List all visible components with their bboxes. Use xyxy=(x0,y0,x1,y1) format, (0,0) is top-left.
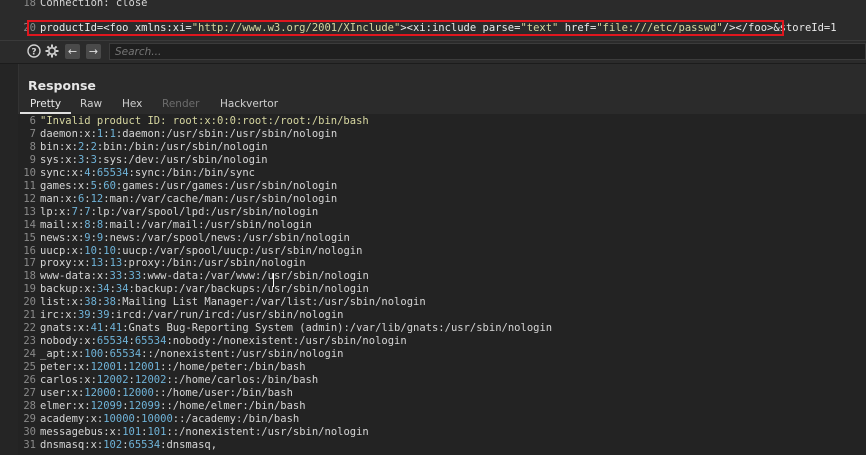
line-number: 24 xyxy=(23,348,36,361)
line-text: daemon:x:1:1:daemon:/usr/sbin:/usr/sbin/… xyxy=(40,127,338,140)
response-line: 10 sync:x:4:65534:sync:/bin:/bin/sync xyxy=(18,167,255,180)
line-text: nobody:x:65534:65534:nobody:/nonexistent… xyxy=(40,335,407,348)
response-line: 15 news:x:9:9:news:/var/spool/news:/usr/s… xyxy=(18,231,350,245)
line-number: 30 xyxy=(23,425,36,438)
line-number: 15 xyxy=(23,231,36,244)
line-text: user:x:12000:12000::/home/user:/bin/bash xyxy=(40,386,293,399)
line-text: messagebus:x:101:101::/nonexistent:/usr/… xyxy=(40,425,369,438)
search-input[interactable] xyxy=(109,43,866,60)
tab-raw[interactable]: Raw xyxy=(70,96,112,112)
line-text: backup:x:34:34:backup:/var/backups:/usr/… xyxy=(40,283,369,296)
response-line: 13 lp:x:7:7:lp:/var/spool/lpd:/usr/sbin/n… xyxy=(18,206,318,219)
line-number: 31 xyxy=(23,438,36,451)
line-number: 18 xyxy=(23,0,36,9)
response-line: 17 proxy:x:13:13:proxy:/bin:/usr/sbin/nol… xyxy=(18,257,306,270)
response-line: 6 "Invalid product ID: root:x:0:0:root:/r… xyxy=(18,115,369,128)
highlight-box xyxy=(27,20,784,36)
line-text: mail:x:8:8:mail:/var/mail:/usr/sbin/nolo… xyxy=(40,218,312,231)
line-number: 11 xyxy=(23,179,36,192)
svg-text:?: ? xyxy=(31,48,36,58)
line-text: elmer:x:12099:12099::/home/elmer:/bin/ba… xyxy=(40,399,306,412)
line-number: 22 xyxy=(23,322,36,335)
tab-pretty[interactable]: Pretty xyxy=(20,96,72,114)
response-line: 31 dnsmasq:x:102:65534:dnsmasq, xyxy=(18,439,217,452)
response-line: 9 sys:x:3:3:sys:/dev:/usr/sbin/nologin xyxy=(18,154,268,167)
arrow-right-icon[interactable]: → xyxy=(86,44,101,59)
help-icon[interactable]: ? xyxy=(26,44,42,60)
line-number: 19 xyxy=(23,283,36,296)
response-line: 28 elmer:x:12099:12099::/home/elmer:/bin/… xyxy=(18,399,306,413)
line-number: 18 xyxy=(23,270,36,283)
line-text: bin:x:2:2:bin:/bin:/usr/sbin/nologin xyxy=(40,140,268,153)
response-line: 25 peter:x:12001:12001::/home/peter:/bin/… xyxy=(18,361,306,374)
line-text: lp:x:7:7:lp:/var/spool/lpd:/usr/sbin/nol… xyxy=(40,205,319,218)
line-text: _apt:x:100:65534::/nonexistent:/usr/sbin… xyxy=(40,348,344,361)
response-line: 29 academy:x:10000:10000::/academy:/bin/b… xyxy=(18,413,299,426)
line-number: 17 xyxy=(23,257,36,270)
settings-gear-icon[interactable] xyxy=(44,44,60,60)
response-line: 7 daemon:x:1:1:daemon:/usr/sbin:/usr/sbin… xyxy=(18,128,337,141)
line-number: 16 xyxy=(23,244,36,257)
response-line: 26 carlos:x:12002:12002::/home/carlos:/bi… xyxy=(18,374,318,387)
response-line: 27 user:x:12000:12000::/home/user:/bin/ba… xyxy=(18,387,293,400)
response-line: 24 _apt:x:100:65534::/nonexistent:/usr/sb… xyxy=(18,348,343,361)
response-line: 11 games:x:5:60:games:/usr/games:/usr/sbi… xyxy=(18,180,337,193)
line-text: games:x:5:60:games:/usr/games:/usr/sbin/… xyxy=(40,179,338,192)
response-line: 14 mail:x:8:8:mail:/var/mail:/usr/sbin/no… xyxy=(18,219,312,232)
tab-hackvertor[interactable]: Hackvertor xyxy=(210,96,288,112)
line-text: proxy:x:13:13:proxy:/bin:/usr/sbin/nolog… xyxy=(40,257,306,270)
line-number: 23 xyxy=(23,335,36,348)
line-text: irc:x:39:39:ircd:/var/run/ircd:/usr/sbin… xyxy=(40,309,344,322)
response-title: Response xyxy=(28,78,96,93)
line-text: sys:x:3:3:sys:/dev:/usr/sbin/nologin xyxy=(40,153,268,166)
line-text: www-data:x:33:33:www-data:/var/www:/usr/… xyxy=(40,270,369,283)
line-number: 9 xyxy=(29,153,36,166)
line-text: academy:x:10000:10000::/academy:/bin/bas… xyxy=(40,412,300,425)
response-line: 18 www-data:x:33:33:www-data:/var/www:/us… xyxy=(18,270,369,283)
line-number: 7 xyxy=(29,127,36,140)
line-number: 25 xyxy=(23,361,36,374)
line-number: 28 xyxy=(23,399,36,412)
line-text: news:x:9:9:news:/var/spool/news:/usr/sbi… xyxy=(40,231,350,244)
line-text: Connection: close xyxy=(40,0,148,9)
line-number: 10 xyxy=(23,166,36,179)
response-line: 16 uucp:x:10:10:uucp:/var/spool/uucp:/usr… xyxy=(18,245,362,258)
tab-render: Render xyxy=(162,98,200,110)
request-line: 18 Connection: close xyxy=(0,0,147,10)
text-cursor xyxy=(273,273,277,287)
line-text: list:x:38:38:Mailing List Manager:/var/l… xyxy=(40,296,426,309)
line-number: 13 xyxy=(23,205,36,218)
response-line: 20 list:x:38:38:Mailing List Manager:/var… xyxy=(18,296,426,309)
line-text: man:x:6:12:man:/var/cache/man:/usr/sbin/… xyxy=(40,192,338,205)
line-number: 27 xyxy=(23,386,36,399)
line-number: 8 xyxy=(29,140,36,153)
line-text: "Invalid product ID: root:x:0:0:root:/ro… xyxy=(40,115,369,127)
left-gutter xyxy=(0,64,19,455)
response-line: 19 backup:x:34:34:backup:/var/backups:/us… xyxy=(18,283,369,296)
line-text: gnats:x:41:41:Gnats Bug-Reporting System… xyxy=(40,322,553,335)
response-line: 23 nobody:x:65534:65534:nobody:/nonexiste… xyxy=(18,335,407,348)
line-text: peter:x:12001:12001::/home/peter:/bin/ba… xyxy=(40,361,306,374)
line-number: 26 xyxy=(23,374,36,386)
search-toolbar: ? ← → xyxy=(0,40,866,64)
tab-hex[interactable]: Hex xyxy=(112,96,152,112)
line-text: sync:x:4:65534:sync:/bin:/bin/sync xyxy=(40,166,255,179)
line-number: 20 xyxy=(23,296,36,309)
line-number: 14 xyxy=(23,218,36,231)
line-number: 12 xyxy=(23,192,36,205)
line-number: 6 xyxy=(29,115,36,127)
line-text: dnsmasq:x:102:65534:dnsmasq, xyxy=(40,438,218,451)
response-editor[interactable]: 6 "Invalid product ID: root:x:0:0:root:/r… xyxy=(18,114,866,455)
response-line: 8 bin:x:2:2:bin:/bin:/usr/sbin/nologin xyxy=(18,141,268,154)
line-text: carlos:x:12002:12002::/home/carlos:/bin/… xyxy=(40,374,319,386)
response-line: 12 man:x:6:12:man:/var/cache/man:/usr/sbi… xyxy=(18,193,337,206)
response-line: 22 gnats:x:41:41:Gnats Bug-Reporting Syst… xyxy=(18,322,552,335)
response-line: 30 messagebus:x:101:101::/nonexistent:/us… xyxy=(18,425,369,439)
line-text: uucp:x:10:10:uucp:/var/spool/uucp:/usr/s… xyxy=(40,244,363,257)
line-number: 29 xyxy=(23,412,36,425)
response-line: 21 irc:x:39:39:ircd:/var/run/ircd:/usr/sb… xyxy=(18,309,343,322)
line-number: 21 xyxy=(23,309,36,322)
arrow-left-icon[interactable]: ← xyxy=(65,44,80,59)
